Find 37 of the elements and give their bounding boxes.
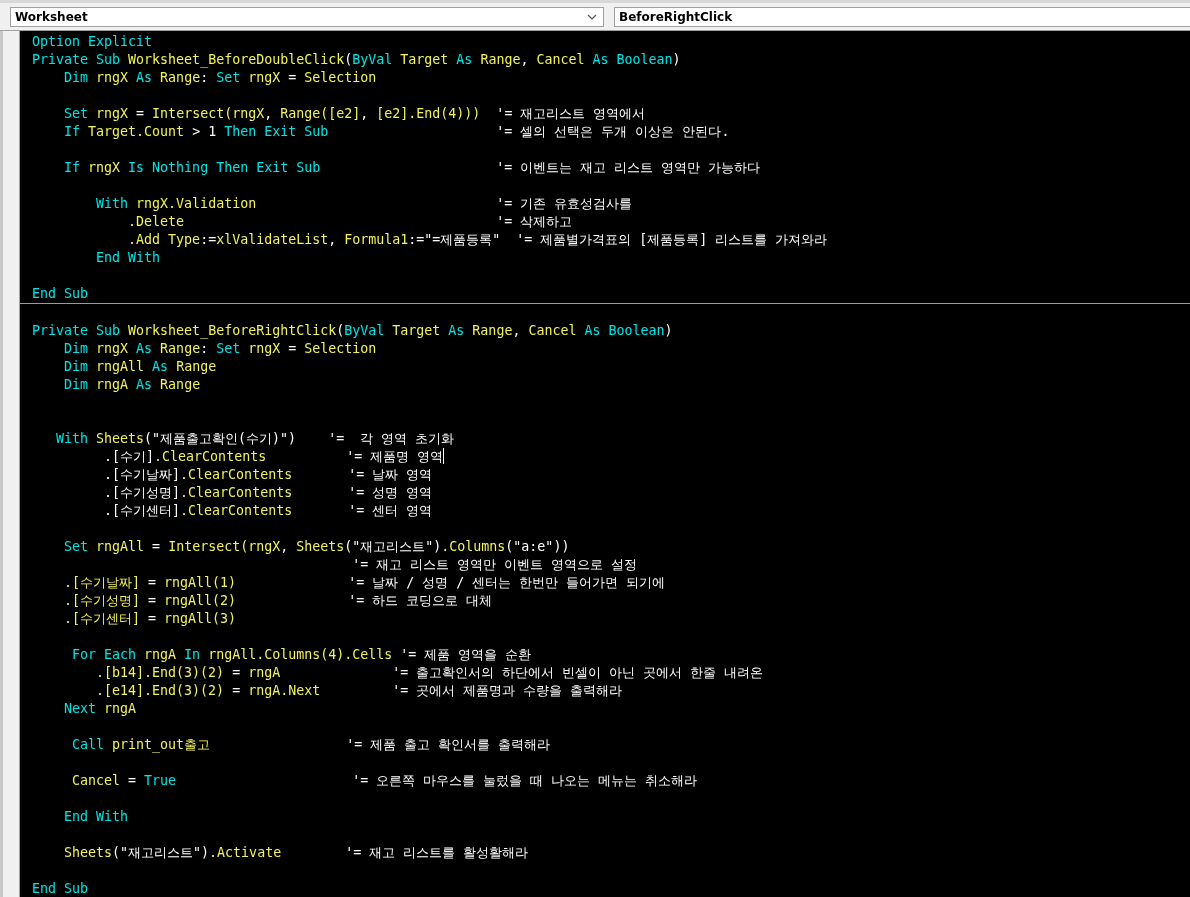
code-line: Sheets("재고리스트").Activate '= 재고 리스트를 활성활해라 <box>63 844 529 862</box>
code-line: .[수기센터].ClearContents '= 센터 영역 <box>103 502 433 520</box>
code-line: With Sheets("제품출고확인(수기)") '= 각 영역 초기화 <box>55 430 455 448</box>
code-line: .[수기센터] = rngAll(3) <box>63 610 237 628</box>
code-line: If Target.Count > 1 Then Exit Sub '= 셀의 선택은 두개 이상은 안된다. <box>63 123 730 141</box>
code-line: End Sub <box>32 285 89 303</box>
code-line: With rngX.Validation '= 기존 유효성검사를 <box>95 195 633 213</box>
code-line: .[b14].End(3)(2) = rngA '= 출고확인서의 하단에서 빈셀이 아닌 곳에서 한줄 내려온 <box>95 664 764 682</box>
code-line: End Sub <box>32 880 89 897</box>
code-line: End With <box>95 249 161 267</box>
code-line: .[수기날짜].ClearContents '= 날짜 영역 <box>103 466 433 484</box>
code-line: Dim rngA As Range <box>63 376 201 394</box>
code-line: If rngX Is Nothing Then Exit Sub '= 이벤트는 재고 리스트 영역만 가능하다 <box>63 159 761 177</box>
code-line: Set rngAll = Intersect(rngX, Sheets("재고리스트").Columns("a:e")) <box>63 538 570 556</box>
code-line: .Delete '= 삭제하고 <box>127 213 573 231</box>
code-line: Private Sub Worksheet_BeforeRightClick(ByVal Target As Range, Cancel As Boolean) <box>32 322 673 340</box>
code-line: Private Sub Worksheet_BeforeDoubleClick(ByVal Target As Range, Cancel As Boolean) <box>32 51 681 69</box>
code-line: Dim rngAll As Range <box>63 358 217 376</box>
code-line: .[수기성명] = rngAll(2) '= 하드 코딩으로 대체 <box>63 592 493 610</box>
code-line: Option Explicit <box>32 33 153 51</box>
code-line: Cancel = True '= 오른쪽 마우스를 눌렀을 때 나오는 메뉴는 취소해라 <box>71 772 698 790</box>
code-line: .[수기].ClearContents '= 제품명 영역 <box>103 448 445 466</box>
code-line: For Each rngA In rngAll.Columns(4).Cells '= 제품 영역을 순환 <box>71 646 532 664</box>
code-line: .Add Type:=xlValidateList, Formula1:="=제품등록" '= 제품별가격표의 [제품등록] 리스트를 가져와라 <box>127 231 828 249</box>
code-line: .[e14].End(3)(2) = rngA.Next '= 곳에서 제품명과 수량을 출력해라 <box>95 682 623 700</box>
code-line: Dim rngX As Range: Set rngX = Selection <box>63 340 377 358</box>
code-line: .[수기성명].ClearContents '= 성명 영역 <box>103 484 433 502</box>
chevron-down-icon <box>587 13 597 20</box>
code-line: Next rngA <box>63 700 137 718</box>
code-line: .[수기날짜] = rngAll(1) '= 날짜 / 성명 / 센터는 한번만 들어가면 되기에 <box>63 574 666 592</box>
code-line: End With <box>63 808 129 826</box>
code-line: '= 재고 리스트 영역만 이벤트 영역으로 설정 <box>351 556 638 574</box>
object-dropdown[interactable]: Worksheet <box>10 6 604 27</box>
code-line: Dim rngX As Range: Set rngX = Selection <box>63 69 377 87</box>
code-line: Set rngX = Intersect(rngX, Range([e2], [e2].End(4))) '= 재고리스트 영역에서 <box>63 105 646 123</box>
procedure-dropdown[interactable]: BeforeRightClick <box>614 6 1190 27</box>
code-line: Call print_out출고 '= 제품 출고 확인서를 출력해라 <box>71 736 551 754</box>
